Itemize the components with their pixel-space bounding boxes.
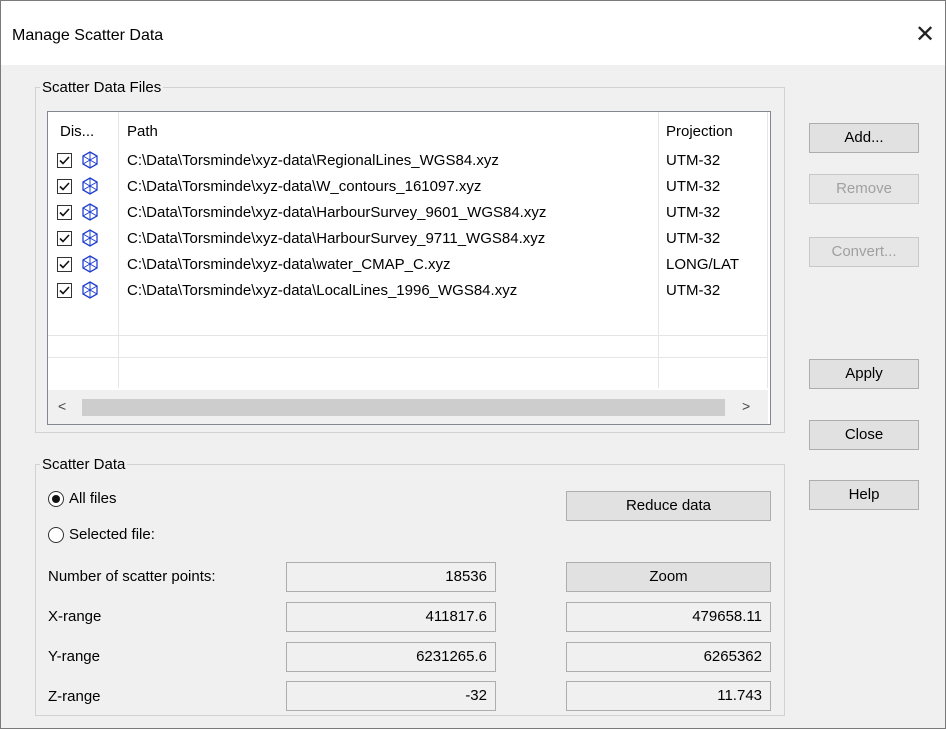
x-range-min-field: 411817.6 [286,602,496,632]
radio-selected-dot [52,495,60,503]
scatter-data-icon [81,203,99,221]
horizontal-scrollbar[interactable]: < > [48,390,768,424]
display-checkbox[interactable] [57,153,72,168]
y-range-max-field: 6265362 [566,642,771,672]
table-row[interactable]: C:\Data\Torsminde\xyz-data\HarbourSurvey… [48,228,768,252]
checkmark-icon [59,208,70,217]
num-points-label: Number of scatter points: [48,568,216,585]
table-row[interactable]: C:\Data\Torsminde\xyz-data\LocalLines_19… [48,280,768,304]
close-button[interactable]: Close [809,420,919,450]
selected-file-label[interactable]: Selected file: [69,526,155,543]
table-row[interactable]: C:\Data\Torsminde\xyz-data\RegionalLines… [48,150,768,174]
projection-cell: UTM-32 [666,152,721,169]
table-row[interactable]: C:\Data\Torsminde\xyz-data\HarbourSurvey… [48,202,768,226]
projection-cell: LONG/LAT [666,256,740,273]
table-row[interactable]: C:\Data\Torsminde\xyz-data\water_CMAP_C.… [48,254,768,278]
file-path-cell: C:\Data\Torsminde\xyz-data\HarbourSurvey… [127,204,547,221]
scroll-right-icon[interactable]: > [742,398,750,414]
file-path-cell: C:\Data\Torsminde\xyz-data\W_contours_16… [127,178,482,195]
selected-file-radio[interactable] [48,527,64,543]
remove-button[interactable]: Remove [809,174,919,204]
checkmark-icon [59,260,70,269]
z-range-label: Z-range [48,688,101,705]
checkmark-icon [59,156,70,165]
scatter-data-legend: Scatter Data [42,456,126,473]
reduce-data-button[interactable]: Reduce data [566,491,771,521]
help-button[interactable]: Help [809,480,919,510]
add-button[interactable]: Add... [809,123,919,153]
file-path-cell: C:\Data\Torsminde\xyz-data\LocalLines_19… [127,282,518,299]
projection-cell: UTM-32 [666,282,721,299]
scatter-data-icon [81,229,99,247]
window-title: Manage Scatter Data [12,27,164,44]
display-checkbox[interactable] [57,179,72,194]
z-range-max-field: 11.743 [566,681,771,711]
all-files-radio[interactable] [48,491,64,507]
display-checkbox[interactable] [57,257,72,272]
checkmark-icon [59,234,70,243]
scatter-data-icon [81,255,99,273]
column-header-path[interactable]: Path [127,123,158,140]
scatter-data-icon [81,281,99,299]
apply-button[interactable]: Apply [809,359,919,389]
file-path-cell: C:\Data\Torsminde\xyz-data\water_CMAP_C.… [127,256,451,273]
scroll-left-icon[interactable]: < [58,398,66,414]
row-divider [48,357,768,358]
column-header-projection[interactable]: Projection [666,123,733,140]
scatter-files-list[interactable]: Dis... Path Projection C:\Data\Torsminde… [47,111,771,425]
num-points-field: 18536 [286,562,496,592]
scrollbar-thumb[interactable] [82,399,725,416]
file-path-cell: C:\Data\Torsminde\xyz-data\HarbourSurvey… [127,230,546,247]
x-range-max-field: 479658.11 [566,602,771,632]
zoom-button[interactable]: Zoom [566,562,771,592]
projection-cell: UTM-32 [666,204,721,221]
display-checkbox[interactable] [57,205,72,220]
file-path-cell: C:\Data\Torsminde\xyz-data\RegionalLines… [127,152,499,169]
column-header-display[interactable]: Dis... [60,123,94,140]
x-range-label: X-range [48,608,102,625]
all-files-label[interactable]: All files [69,490,117,507]
projection-cell: UTM-32 [666,230,721,247]
z-range-min-field: -32 [286,681,496,711]
manage-scatter-data-dialog: Manage Scatter Data ✕ Scatter Data Files… [0,0,946,729]
row-divider [48,335,768,336]
y-range-label: Y-range [48,648,100,665]
scatter-data-icon [81,151,99,169]
convert-button[interactable]: Convert... [809,237,919,267]
checkmark-icon [59,286,70,295]
checkmark-icon [59,182,70,191]
projection-cell: UTM-32 [666,178,721,195]
display-checkbox[interactable] [57,283,72,298]
y-range-min-field: 6231265.6 [286,642,496,672]
title-bar: Manage Scatter Data ✕ [1,1,945,65]
table-row[interactable]: C:\Data\Torsminde\xyz-data\W_contours_16… [48,176,768,200]
display-checkbox[interactable] [57,231,72,246]
close-icon[interactable]: ✕ [905,15,945,55]
scatter-data-icon [81,177,99,195]
scatter-data-files-legend: Scatter Data Files [42,79,162,96]
